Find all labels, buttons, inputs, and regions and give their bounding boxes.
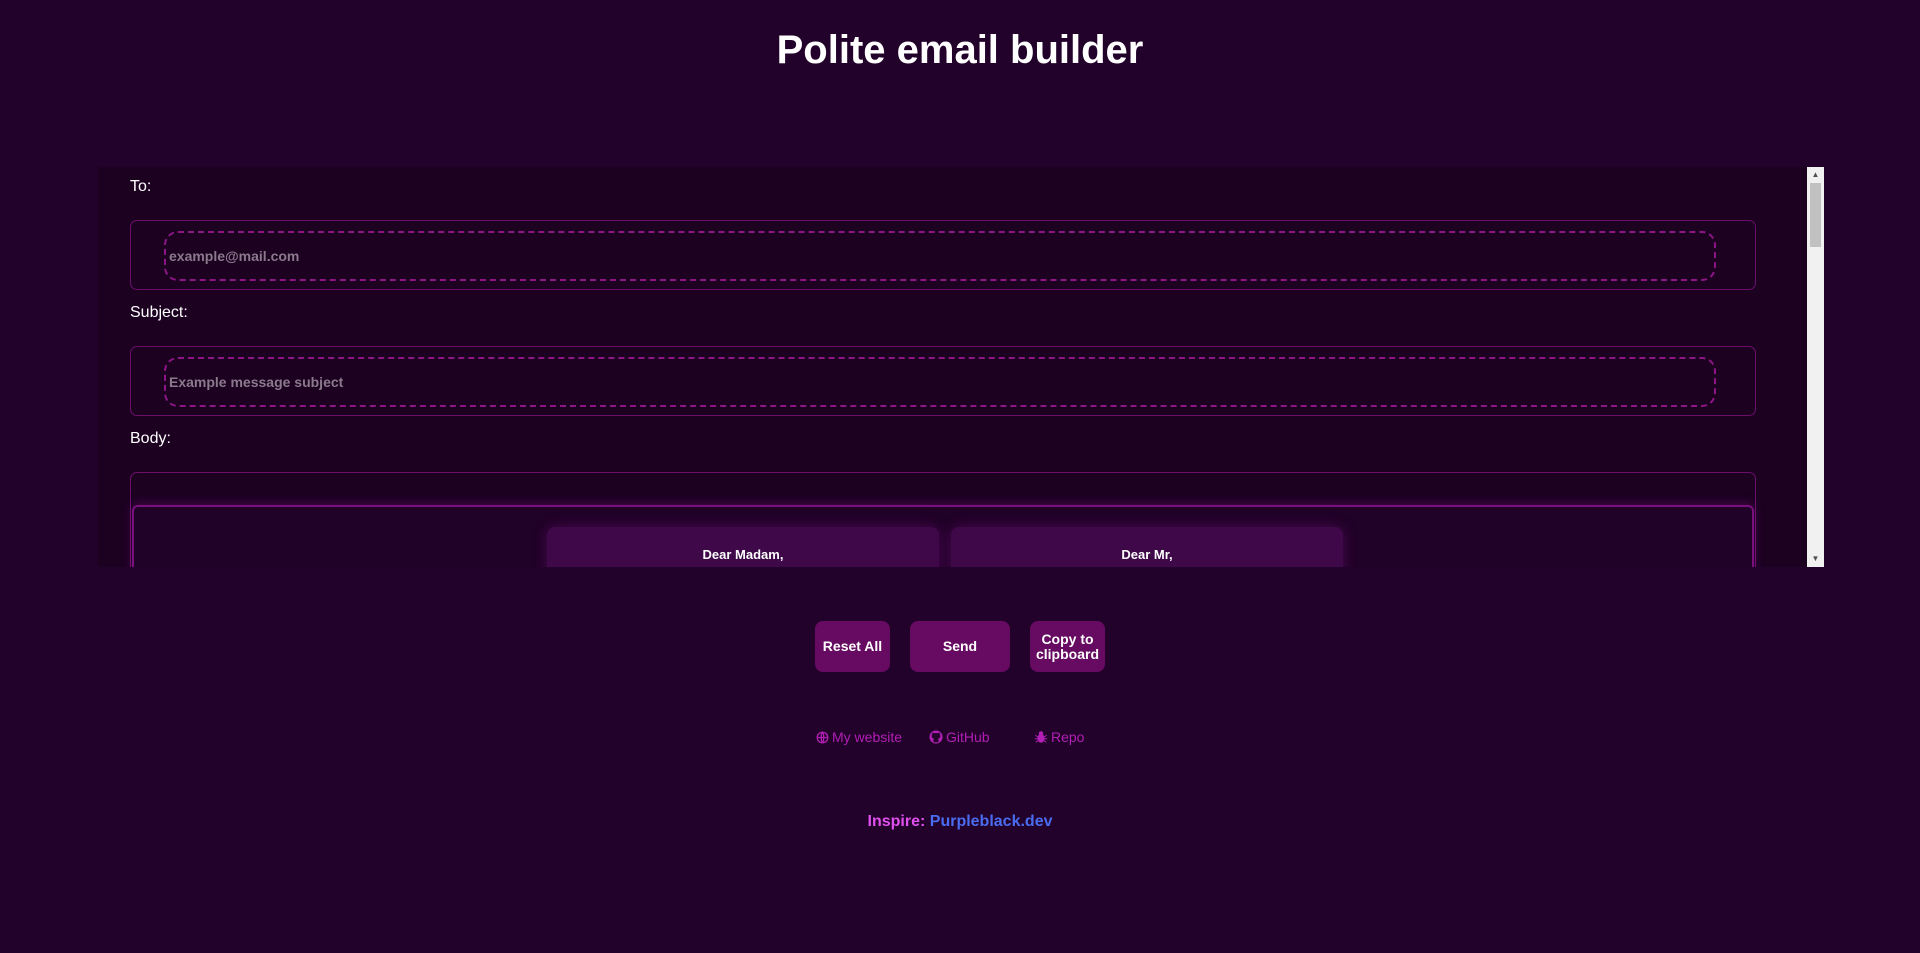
- subject-label: Subject:: [130, 304, 188, 321]
- reset-all-button[interactable]: Reset All: [815, 621, 890, 672]
- greetings-container: Dear Madam, Dear Mr,: [132, 505, 1754, 567]
- inspire-credit: Inspire: Purpleblack.dev: [0, 812, 1920, 832]
- my-website-label: My website: [832, 729, 903, 745]
- body-label: Body:: [130, 430, 171, 447]
- inspire-label: Inspire:: [867, 813, 926, 830]
- greeting-option-madam[interactable]: Dear Madam,: [547, 527, 939, 567]
- my-website-link[interactable]: My website: [816, 727, 902, 747]
- scroll-down-icon[interactable]: ▼: [1807, 551, 1824, 567]
- copy-to-clipboard-button[interactable]: Copy to clipboard: [1030, 621, 1105, 672]
- form-scrollbar[interactable]: ▲ ▼: [1807, 167, 1824, 567]
- send-button[interactable]: Send: [910, 621, 1010, 672]
- greeting-option-mr[interactable]: Dear Mr,: [951, 527, 1343, 567]
- scroll-up-icon[interactable]: ▲: [1807, 167, 1824, 183]
- github-icon: [929, 730, 943, 744]
- body-field-container: Dear Madam, Dear Mr,: [130, 472, 1756, 567]
- email-form-panel[interactable]: To: Subject: Body: Dear Madam, Dear Mr, …: [98, 167, 1824, 567]
- subject-field-container: [130, 346, 1756, 416]
- to-label: To:: [130, 178, 152, 195]
- to-input[interactable]: [164, 231, 1716, 281]
- github-label: GitHub: [946, 729, 990, 745]
- scroll-thumb[interactable]: [1810, 183, 1821, 247]
- subject-input[interactable]: [164, 357, 1716, 407]
- bug-icon: [1034, 730, 1048, 744]
- globe-icon: [816, 731, 829, 744]
- repo-link[interactable]: Repo: [1034, 727, 1084, 747]
- github-link[interactable]: GitHub: [929, 727, 990, 747]
- inspire-link[interactable]: Purpleblack.dev: [930, 813, 1053, 830]
- to-field-container: [130, 220, 1756, 290]
- repo-label: Repo: [1051, 729, 1085, 745]
- page-title: Polite email builder: [776, 28, 1144, 72]
